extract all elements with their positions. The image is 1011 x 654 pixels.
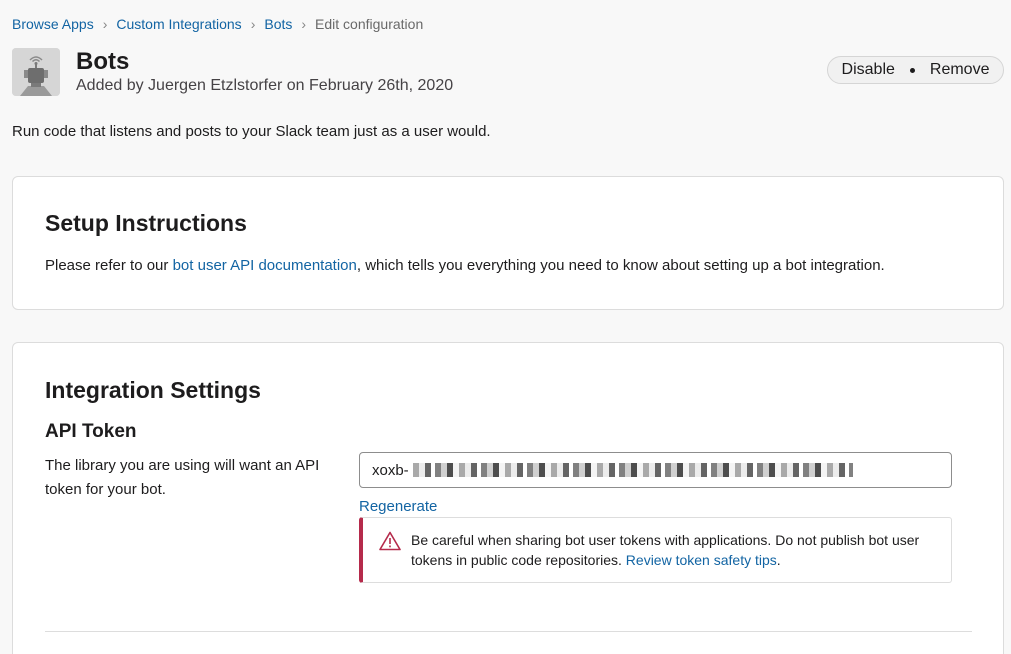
api-token-help: The library you are using will want an A…	[45, 457, 320, 498]
warning-text: Be careful when sharing bot user tokens …	[411, 530, 941, 570]
action-group: Disable Remove	[827, 56, 1004, 84]
breadcrumb-current: Edit configuration	[315, 16, 424, 32]
api-docs-link[interactable]: bot user API documentation	[173, 257, 357, 274]
warning-end: .	[776, 552, 781, 568]
breadcrumb-browse-apps[interactable]: Browse Apps	[12, 16, 94, 32]
robot-icon	[12, 48, 60, 96]
token-redacted-mask	[412, 463, 853, 477]
api-token-field[interactable]: xoxb-	[359, 452, 952, 488]
setup-heading: Setup Instructions	[45, 210, 247, 236]
integration-settings-card: Integration Settings API Token The libra…	[12, 342, 1004, 654]
setup-text-before: Please refer to our	[45, 257, 173, 274]
api-token-label: API Token	[45, 421, 137, 442]
added-by-text: Added by Juergen Etzlstorfer on February…	[76, 77, 454, 94]
chevron-right-icon: ›	[102, 16, 108, 32]
remove-button[interactable]: Remove	[930, 61, 990, 79]
chevron-right-icon: ›	[301, 16, 307, 32]
warning-icon	[379, 531, 401, 551]
breadcrumb: Browse Apps › Custom Integrations › Bots…	[12, 16, 423, 32]
regenerate-link[interactable]: Regenerate	[359, 498, 437, 515]
page-title: Bots	[76, 48, 130, 75]
disable-button[interactable]: Disable	[842, 61, 895, 79]
setup-text-after: , which tells you everything you need to…	[356, 257, 885, 274]
settings-heading: Integration Settings	[45, 377, 261, 403]
token-prefix: xoxb-	[372, 461, 409, 479]
setup-text: Please refer to our bot user API documen…	[45, 257, 885, 274]
app-description: Run code that listens and posts to your …	[12, 123, 491, 140]
token-safety-link[interactable]: Review token safety tips	[626, 552, 777, 568]
chevron-right-icon: ›	[250, 16, 256, 32]
token-warning-banner: Be careful when sharing bot user tokens …	[359, 517, 952, 583]
divider	[45, 631, 972, 632]
setup-instructions-card: Setup Instructions Please refer to our b…	[12, 176, 1004, 310]
breadcrumb-bots[interactable]: Bots	[264, 16, 292, 32]
breadcrumb-custom-integrations[interactable]: Custom Integrations	[116, 16, 241, 32]
separator-dot	[909, 67, 915, 73]
